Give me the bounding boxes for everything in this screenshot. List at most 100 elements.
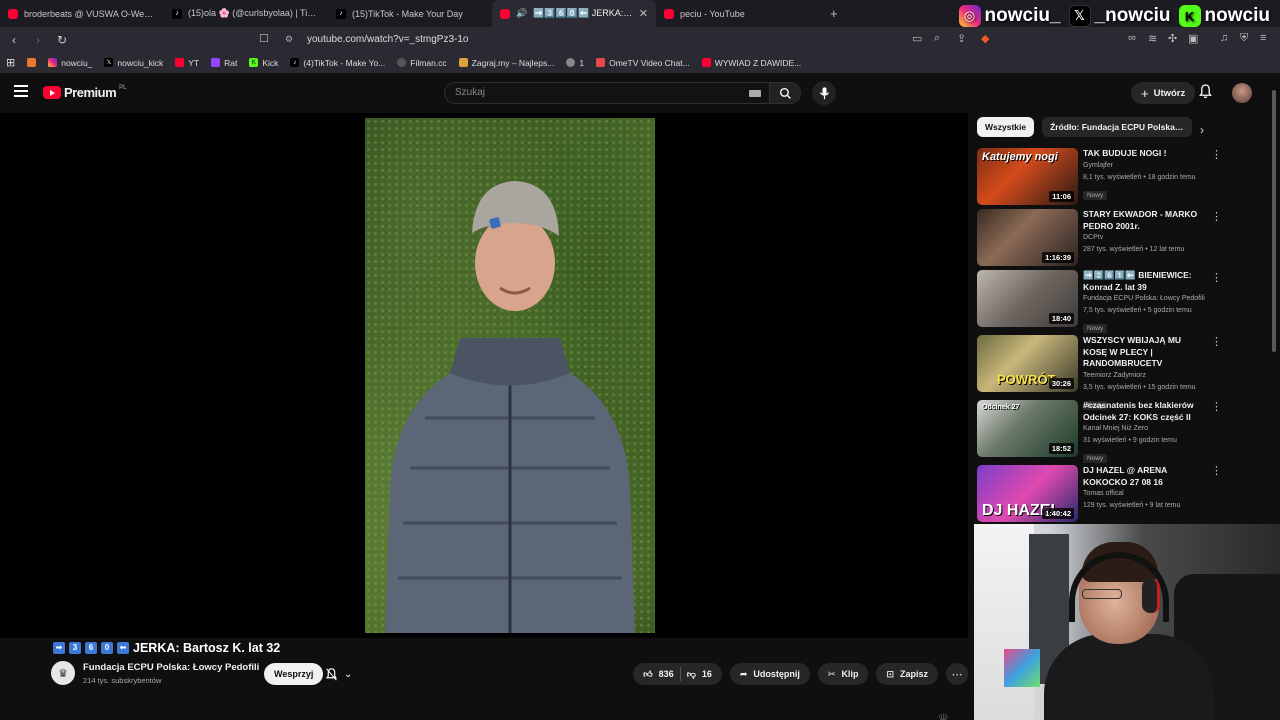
url-field[interactable]: ⚙ youtube.com/watch?v=_stmgPz3-1o — [255, 29, 1000, 50]
save-button[interactable]: ⊡ Zapisz — [876, 663, 938, 685]
browser-tab[interactable]: peciu - YouTube — [656, 0, 820, 27]
site-info-icon[interactable]: ⚙ — [285, 34, 297, 45]
video-thumbnail[interactable]: POWRÓT 30:26 — [977, 335, 1078, 392]
share-button[interactable]: ➦ Udostępnij — [729, 663, 810, 685]
recommendation-channel[interactable]: Teemiorz Zadymiorz — [1083, 370, 1207, 382]
bookmark-item[interactable]: K Kick — [243, 58, 284, 68]
more-actions-button[interactable]: ⋯ — [946, 663, 968, 685]
bookmark-item[interactable] — [21, 58, 42, 67]
chevron-right-icon[interactable]: › — [1200, 123, 1204, 137]
search-input[interactable]: Szukaj — [444, 82, 769, 104]
recommendation-item[interactable]: POWRÓT 30:26 WSZYSCY WBIJAJĄ MU KOSĘ W P… — [977, 335, 1207, 410]
recommendation-item[interactable]: 18:40 ➡️2️⃣6️⃣1️⃣⬅️ BIENIEWICE: Konrad Z… — [977, 270, 1207, 333]
video-duration: 1:40:42 — [1042, 508, 1074, 519]
keyboard-icon[interactable] — [749, 90, 761, 97]
bookmark-item[interactable]: Zagraj.my – Najleps... — [453, 58, 561, 68]
recommendation-item[interactable]: DJ HAZEL 1:40:42 DJ HAZEL @ ARENA KOKOCK… — [977, 465, 1207, 523]
more-vertical-icon[interactable]: ⋮ — [1211, 466, 1222, 477]
recommendation-channel[interactable]: Kanał Mniej Niż Zero — [1083, 423, 1207, 435]
more-vertical-icon[interactable]: ⋮ — [1211, 150, 1222, 161]
notifications-off-icon — [325, 667, 338, 681]
divider — [679, 667, 681, 681]
rss-icon — [27, 58, 37, 67]
bookmark-item[interactable]: YT — [169, 58, 205, 68]
bookmark-item[interactable]: 1 — [560, 58, 590, 68]
bookmark-item[interactable]: ♪ (4)TikTok - Make Yo... — [284, 58, 391, 68]
menu-icon[interactable]: ≡ — [1260, 32, 1266, 44]
bookmark-item[interactable]: nowciu_ — [42, 58, 98, 68]
chip-from-source[interactable]: Źródło: Fundacja ECPU Polska: Łowcy Pedo… — [1042, 117, 1193, 137]
reload-icon[interactable]: ↻ — [52, 33, 72, 47]
more-vertical-icon[interactable]: ⋮ — [1211, 402, 1222, 413]
more-vertical-icon[interactable]: ⋮ — [1211, 337, 1222, 348]
video-thumbnail[interactable]: Katujemy nogi 11:06 — [977, 148, 1078, 205]
browser-tab[interactable]: ♪ (15)ola 🌸 (@curlsbyolaa) | TikTok — [164, 0, 328, 27]
social-x: 𝕏 _nowciu — [1068, 5, 1171, 27]
extensions-icon[interactable]: ✣ — [1168, 32, 1177, 45]
recommendation-title[interactable]: TAK BUDUJE NOGI ! — [1083, 148, 1207, 160]
extension-icon[interactable]: ∞ — [1128, 32, 1136, 44]
bookmark-item[interactable]: OmeTV Video Chat... — [590, 58, 696, 68]
extension-icon[interactable]: ≋ — [1148, 32, 1157, 45]
recommendation-item[interactable]: Katujemy nogi 11:06 TAK BUDUJE NOGI ! Gy… — [977, 148, 1207, 206]
page-scrollbar[interactable] — [1272, 90, 1276, 352]
more-vertical-icon[interactable]: ⋮ — [1211, 212, 1222, 223]
chevron-down-icon: ⌄ — [344, 668, 353, 680]
brave-shield-icon[interactable]: ◆ — [981, 32, 989, 45]
recommendation-item[interactable]: Odcinek 27 18:52 #czasnatenis bez klakie… — [977, 400, 1207, 463]
channel-name[interactable]: Fundacja ECPU Polska: Łowcy Pedofili — [83, 662, 259, 673]
video-player[interactable]: ♛ — [0, 113, 968, 720]
account-avatar[interactable] — [1232, 83, 1252, 103]
chip-all[interactable]: Wszystkie — [977, 117, 1035, 137]
recommendation-item[interactable]: 1:16:39 STARY EKWADOR - MARKO PEDRO 2001… — [977, 209, 1207, 267]
video-frame[interactable] — [365, 118, 655, 633]
dislike-button[interactable]: 👎︎ 16 — [687, 669, 712, 680]
guide-menu-icon[interactable] — [14, 85, 28, 97]
browser-tab-active[interactable]: 🔊 ➡️3️⃣6️⃣0️⃣⬅️ JERKA: Bartosz K. lat 32… — [492, 0, 656, 27]
video-thumbnail[interactable]: DJ HAZEL 1:40:42 — [977, 465, 1078, 522]
channel-watermark-icon[interactable]: ♛ — [937, 711, 959, 720]
zoom-icon[interactable]: ⌕ — [934, 32, 940, 45]
recommendation-channel[interactable]: Fundacja ECPU Polska: Łowcy Pedofili — [1083, 293, 1207, 305]
recommendation-title[interactable]: DJ HAZEL @ ARENA KOKOCKO 27 08 16 — [1083, 465, 1207, 488]
cast-icon[interactable]: ▭ — [912, 32, 922, 45]
support-button[interactable]: Wesprzyj — [264, 663, 324, 685]
clip-button[interactable]: ✂ Klip — [817, 663, 869, 685]
speaker-icon[interactable]: 🔊 — [516, 8, 527, 19]
forward-icon[interactable]: › — [28, 33, 48, 47]
recommendation-title[interactable]: WSZYSCY WBIJAJĄ MU KOSĘ W PLECY | RANDOM… — [1083, 335, 1207, 370]
back-icon[interactable]: ‹ — [4, 33, 24, 47]
video-thumbnail[interactable]: 1:16:39 — [977, 209, 1078, 266]
vpn-icon[interactable]: ⛨ — [1240, 32, 1248, 45]
recommendation-channel[interactable]: Tomas offical — [1083, 488, 1207, 500]
notifications-icon[interactable] — [1199, 84, 1212, 104]
browser-tab[interactable]: ♪ (15)TikTok - Make Your Day — [328, 0, 492, 27]
bookmark-label: YT — [188, 57, 200, 68]
bookmark-item[interactable]: WYWIAD Z DAWIDE... — [696, 58, 808, 68]
like-button[interactable]: 👍︎ 836 — [643, 669, 673, 680]
search-button[interactable] — [769, 82, 801, 104]
browser-tab[interactable]: broderbeats @ VUSWA O-Week 2024 — [0, 0, 164, 27]
recommendation-channel[interactable]: DCPtv — [1083, 232, 1207, 244]
recommendation-title[interactable]: STARY EKWADOR - MARKO PEDRO 2001r. — [1083, 209, 1207, 232]
bookmark-item[interactable]: Rat — [205, 58, 243, 68]
share-icon[interactable]: ⇪ — [957, 32, 966, 45]
recommendation-title[interactable]: ➡️2️⃣6️⃣1️⃣⬅️ BIENIEWICE: Konrad Z. lat … — [1083, 270, 1207, 293]
bookmark-item[interactable]: Filman.cc — [391, 58, 452, 68]
recommendation-channel[interactable]: Gymlajfer — [1083, 160, 1207, 172]
apps-icon[interactable]: ⊞ — [0, 56, 21, 69]
youtube-premium-logo[interactable]: Premium PL — [43, 85, 126, 100]
music-icon[interactable]: ♫ — [1220, 32, 1228, 44]
video-thumbnail[interactable]: Odcinek 27 18:52 — [977, 400, 1078, 457]
more-vertical-icon[interactable]: ⋮ — [1211, 273, 1222, 284]
video-thumbnail[interactable]: 18:40 — [977, 270, 1078, 327]
new-tab-button[interactable]: + — [820, 6, 848, 21]
create-button[interactable]: + Utwórz — [1131, 82, 1196, 104]
voice-search-button[interactable] — [812, 81, 836, 105]
subscribed-notifications-button[interactable]: ⌄ — [325, 663, 365, 685]
recommendation-title[interactable]: #czasnatenis bez klakierów Odcinek 27: K… — [1083, 400, 1207, 423]
channel-avatar[interactable]: ♛ — [51, 661, 75, 685]
sidebar-icon[interactable]: ▣ — [1188, 32, 1198, 45]
bookmark-item[interactable]: 𝕏nowciu_kick — [98, 58, 169, 68]
close-tab-icon[interactable]: ✕ — [639, 7, 648, 20]
